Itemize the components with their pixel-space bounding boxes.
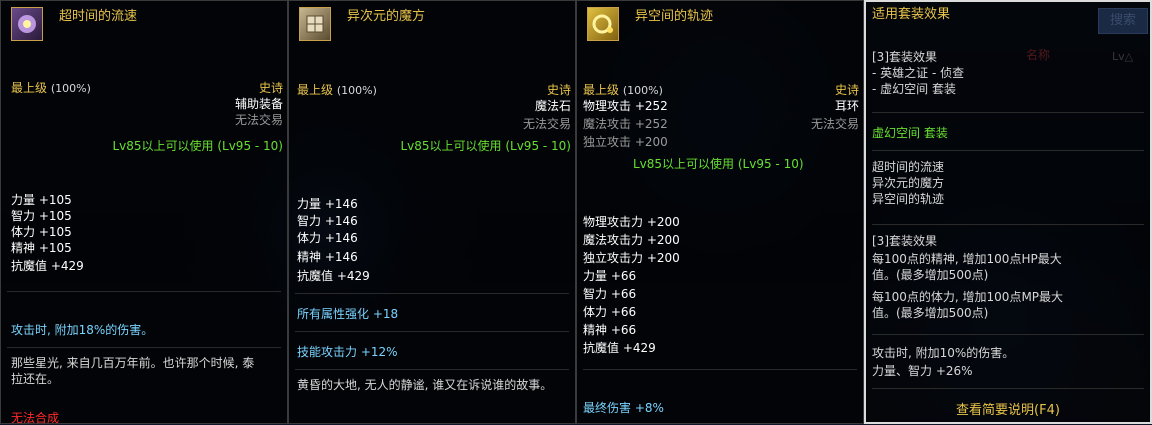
divider xyxy=(295,293,569,294)
set-effect-line: - 虚幻空间 套装 xyxy=(872,82,956,96)
item-type: 耳环 xyxy=(834,99,859,113)
set-panel-title: 适用套装效果 xyxy=(872,7,951,22)
item-tooltip-1: 超时间的流速 最上级 (100%) 史诗 辅助装备 无法交易 Lv85以上可以使… xyxy=(0,0,288,425)
cube-icon xyxy=(299,7,331,41)
set-effect-line: 值。(最多增加500点) xyxy=(872,268,989,282)
divider xyxy=(872,112,1144,113)
set-item: 异次元的魔方 xyxy=(872,176,945,190)
stat-line: 精神 +66 xyxy=(583,323,637,337)
item-tooltip-2: 异次元的魔方 最上级 (100%) 史诗 魔法石 无法交易 Lv85以上可以使用… xyxy=(288,0,576,424)
set-effect-line: 力量、智力 +26% xyxy=(872,364,973,378)
item-name: 异空间的轨迹 xyxy=(635,9,714,24)
view-brief-description-button[interactable]: 查看简要说明(F4) xyxy=(866,404,1150,418)
item-bonus: 所有属性强化 +18 xyxy=(297,307,399,321)
stat-line: 智力 +105 xyxy=(11,209,72,223)
item-rarity: 史诗 xyxy=(834,83,859,97)
divider xyxy=(295,331,569,332)
item-bonus: 技能攻击力 +12% xyxy=(297,345,398,359)
stat-line: 抗魔值 +429 xyxy=(583,341,656,355)
stat-line: 抗魔值 +429 xyxy=(11,259,84,273)
stat-line: 物理攻击力 +200 xyxy=(583,215,680,229)
divider xyxy=(7,347,281,348)
set-effect-line: 每100点的精神, 增加100点HP最大 xyxy=(872,252,1062,266)
item-level-req: Lv85以上可以使用 (Lv95 - 10) xyxy=(400,139,571,153)
attack-line: 物理攻击 +252 xyxy=(583,99,668,113)
set-effect-line: 每100点的体力, 增加100点MP最大 xyxy=(872,290,1064,304)
item-trade: 无法交易 xyxy=(234,113,283,127)
stat-line: 体力 +66 xyxy=(583,305,637,319)
earring-icon xyxy=(587,7,619,41)
stat-line: 体力 +146 xyxy=(297,231,358,245)
stat-line: 体力 +105 xyxy=(11,225,72,239)
item-name: 超时间的流速 xyxy=(59,9,138,24)
divider xyxy=(872,334,1144,335)
bg-column-header: 名称 xyxy=(1026,48,1051,62)
attack-line: 独立攻击 +200 xyxy=(583,135,668,149)
item-name: 异次元的魔方 xyxy=(347,9,426,24)
divider xyxy=(583,369,857,370)
item-flavor: 黄昏的大地, 无人的静谧, 谁又在诉说谁的故事。 xyxy=(297,378,553,392)
set-effect-header: [3]套装效果 xyxy=(872,50,937,64)
set-item: 超时间的流速 xyxy=(872,160,945,174)
star-orb-icon xyxy=(11,7,43,41)
divider xyxy=(872,224,1144,225)
attack-line: 魔法攻击 +252 xyxy=(583,117,668,131)
stat-line: 魔法攻击力 +200 xyxy=(583,233,680,247)
item-bonus: 最终伤害 +8% xyxy=(583,401,664,415)
stat-line: 精神 +146 xyxy=(297,250,358,264)
item-level-req: Lv85以上可以使用 (Lv95 - 10) xyxy=(112,139,283,153)
divider xyxy=(872,388,1144,389)
stat-line: 智力 +146 xyxy=(297,214,358,228)
stat-line: 力量 +146 xyxy=(297,197,358,211)
item-tooltip-3: 异空间的轨迹 最上级 (100%) 史诗 耳环 无法交易 物理攻击 +252 魔… xyxy=(576,0,864,424)
divider xyxy=(872,150,1144,151)
stat-line: 精神 +105 xyxy=(11,241,72,255)
item-trade: 无法交易 xyxy=(810,117,859,131)
item-flavor: 那些星光, 来自几百万年前。也许那个时候, 泰拉还在。 xyxy=(11,356,255,386)
set-effect-line: 值。(最多增加500点) xyxy=(872,306,989,320)
stat-line: 抗魔值 +429 xyxy=(297,269,370,283)
set-effect-line: 攻击时, 附加10%的伤害。 xyxy=(872,346,1015,360)
set-effect-panel: 适用套装效果 搜索 名称 Lv△ [3]套装效果 - 英雄之证 - 侦查 - 虚… xyxy=(864,0,1152,424)
item-grade: 最上级 (100%) xyxy=(297,83,377,97)
item-type: 辅助装备 xyxy=(234,97,283,111)
stat-line: 独立攻击力 +200 xyxy=(583,251,680,265)
item-grade: 最上级 (100%) xyxy=(11,81,91,95)
item-rarity: 史诗 xyxy=(258,81,283,95)
item-grade: 最上级 (100%) xyxy=(583,83,663,97)
item-rarity: 史诗 xyxy=(546,83,571,97)
set-effect-header: [3]套装效果 xyxy=(872,234,937,248)
stat-line: 智力 +66 xyxy=(583,287,637,301)
set-name: 虚幻空间 套装 xyxy=(872,126,948,140)
search-button[interactable]: 搜索 xyxy=(1098,8,1148,34)
stat-line: 力量 +66 xyxy=(583,269,637,283)
item-special: 攻击时, 附加18%的伤害。 xyxy=(11,323,154,337)
item-footer: 无法合成 xyxy=(11,411,60,425)
divider xyxy=(295,369,569,370)
item-level-req: Lv85以上可以使用 (Lv95 - 10) xyxy=(633,157,804,171)
item-type: 魔法石 xyxy=(534,99,571,113)
set-effect-line: - 英雄之证 - 侦查 xyxy=(872,66,965,80)
stat-line: 力量 +105 xyxy=(11,193,72,207)
divider xyxy=(7,291,281,292)
bg-column-header: Lv△ xyxy=(1112,50,1134,63)
item-trade: 无法交易 xyxy=(522,117,571,131)
set-item: 异空间的轨迹 xyxy=(872,192,945,206)
